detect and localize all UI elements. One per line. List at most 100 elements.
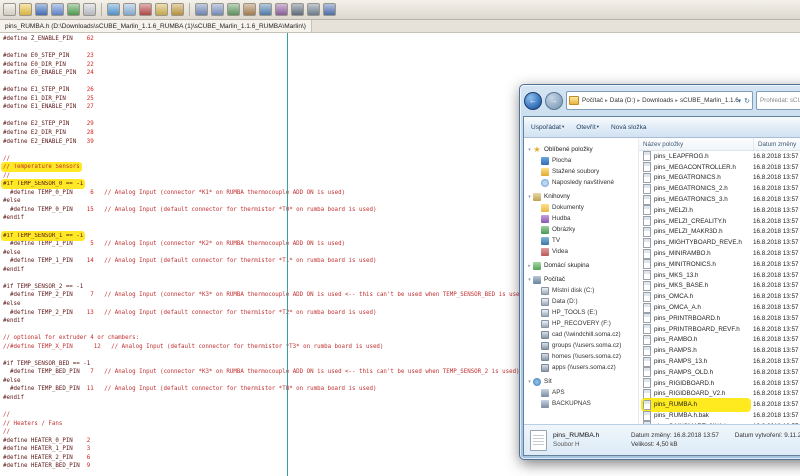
breadcrumb[interactable]: Počítač▸Data (D:)▸Downloads▸sCUBE_Marlin… [581, 97, 738, 104]
file-row[interactable]: pins_MKS_13.h16.8.2018 13:57 [639, 270, 800, 281]
file-row[interactable]: pins_MELZI_MAKR3D.h 16.8.2018 13:57 [639, 227, 800, 238]
breadcrumb-item[interactable]: Downloads [641, 97, 674, 104]
nav-item[interactable]: Data (D:) [526, 296, 638, 307]
expander-icon[interactable]: ▾ [526, 147, 533, 153]
organize-button[interactable]: Uspořádat ▾ [531, 124, 564, 131]
copy-icon[interactable] [155, 3, 168, 16]
file-row[interactable]: pins_MEGACONTROLLER.h16.8.2018 13:57 [639, 162, 800, 173]
nav-section[interactable]: ▾Počítač [526, 274, 638, 285]
nav-section[interactable]: ▾★Oblíbené položky [526, 144, 638, 155]
file-row[interactable]: pins_RAMPS.h16.8.2018 13:57 [639, 345, 800, 356]
expander-icon[interactable]: ▾ [526, 194, 533, 200]
nav-item[interactable]: TV [526, 235, 638, 246]
address-bar[interactable]: Počítač▸Data (D:)▸Downloads▸sCUBE_Marlin… [566, 91, 753, 110]
find-next-icon[interactable] [211, 3, 224, 16]
file-row[interactable]: pins_MELZI_CREALITY.h16.8.2018 13:57 [639, 216, 800, 227]
open-button[interactable]: Otevřít ▾ [576, 124, 599, 131]
drive-icon [541, 298, 549, 306]
file-row[interactable]: pins_PRINTRBOARD.h16.8.2018 13:57 [639, 313, 800, 324]
file-row[interactable]: pins_RUMBA.h.bak16.8.2018 13:57 [639, 410, 800, 421]
new-folder-button[interactable]: Nová složka [611, 124, 646, 131]
hex-editor-icon[interactable] [291, 3, 304, 16]
file-row[interactable]: pins_RIGIDBOARD_V2.h16.8.2018 13:57 [639, 389, 800, 400]
file-date: 16.8.2018 13:57 [749, 228, 800, 235]
nav-item[interactable]: Videa [526, 246, 638, 257]
file-row[interactable]: pins_MEGATRONICS.h16.8.2018 13:57 [639, 173, 800, 184]
expander-icon[interactable]: ▾ [526, 277, 533, 283]
file-date: 16.8.2018 13:57 [749, 250, 800, 257]
nav-section[interactable]: ▾Knihovny [526, 191, 638, 202]
column-header-name[interactable]: Název položky [639, 138, 754, 150]
ftp-icon[interactable] [259, 3, 272, 16]
cut-icon[interactable] [139, 3, 152, 16]
help-icon[interactable] [323, 3, 336, 16]
nav-item[interactable]: Obrázky [526, 224, 638, 235]
file-tab[interactable]: pins_RUMBA.h (D:\Downloads\sCUBE_Marlin_… [0, 20, 312, 32]
file-row[interactable]: pins_RUMBA.h16.8.2018 13:57 [639, 399, 800, 410]
file-row[interactable]: pins_RAMBO.h16.8.2018 13:57 [639, 335, 800, 346]
nav-item[interactable]: Naposledy navštívené [526, 177, 638, 188]
nav-item[interactable]: cad (\\windchill.soma.cz) [526, 329, 638, 340]
file-row[interactable]: pins_MKS_BASE.h16.8.2018 13:57 [639, 281, 800, 292]
nav-item[interactable]: BACKUPNAS [526, 398, 638, 409]
nav-item[interactable]: Dokumenty [526, 202, 638, 213]
save-all-icon[interactable] [51, 3, 64, 16]
file-name: pins_MEGATRONICS_2.h [654, 185, 728, 192]
code-text: #if TEMP_SENSOR_BED == -1 [3, 361, 90, 367]
nav-section[interactable]: ▸Domácí skupina [526, 260, 638, 271]
open-file-icon[interactable] [19, 3, 32, 16]
column-header-date[interactable]: Datum změny [754, 138, 800, 150]
replace-icon[interactable] [227, 3, 240, 16]
file-row[interactable]: pins_MIGHTYBOARD_REVE.h16.8.2018 13:57 [639, 237, 800, 248]
nav-item[interactable]: apps (\\users.soma.cz) [526, 362, 638, 373]
find-icon[interactable] [195, 3, 208, 16]
back-button[interactable]: ← [524, 92, 542, 110]
file-row[interactable]: pins_MEGATRONICS_3.h16.8.2018 13:57 [639, 194, 800, 205]
redo-icon[interactable] [123, 3, 136, 16]
search-input[interactable]: Prohledat: sCUBE_M [756, 91, 800, 110]
file-row[interactable]: pins_RIGIDBOARD.h16.8.2018 13:57 [639, 378, 800, 389]
file-name-wrap: pins_RAMPS.h [643, 346, 749, 356]
file-row[interactable]: pins_MEGATRONICS_2.h16.8.2018 13:57 [639, 183, 800, 194]
file-row[interactable]: pins_RAMPS_OLD.h16.8.2018 13:57 [639, 367, 800, 378]
expander-icon[interactable]: ▸ [526, 263, 533, 269]
file-row[interactable]: pins_RAMPS_13.h16.8.2018 13:57 [639, 356, 800, 367]
nav-item[interactable]: Místní disk (C:) [526, 285, 638, 296]
save-file-icon[interactable] [35, 3, 48, 16]
file-row[interactable]: pins_OMCA_A.h16.8.2018 13:57 [639, 302, 800, 313]
file-row[interactable]: pins_PRINTRBOARD_REVF.h16.8.2018 13:57 [639, 324, 800, 335]
undo-icon[interactable] [107, 3, 120, 16]
code-text: #define TEMP_0_PIN 6 [3, 190, 94, 196]
code-explorer-icon[interactable] [275, 3, 288, 16]
code-text: #define TEMP_1_PIN 14 [3, 258, 94, 264]
breadcrumb-item[interactable]: Počítač [581, 97, 604, 104]
refresh-icon[interactable]: ↻ [744, 97, 750, 105]
file-row[interactable]: pins_MINIRAMBO.h16.8.2018 13:57 [639, 248, 800, 259]
file-name: pins_MELZI_MAKR3D.h [654, 228, 723, 235]
nav-item[interactable]: Plocha [526, 155, 638, 166]
file-row[interactable]: pins_LEAPFROG.h16.8.2018 13:57 [639, 151, 800, 162]
file-row[interactable]: pins_MELZI.h16.8.2018 13:57 [639, 205, 800, 216]
address-dropdown-icon[interactable]: ▾ [738, 97, 742, 105]
code-line: #define E0_ENABLE_PIN 24 [3, 69, 800, 78]
nav-item[interactable]: homes (\\users.soma.cz) [526, 351, 638, 362]
paste-icon[interactable] [171, 3, 184, 16]
breadcrumb-item[interactable]: sCUBE_Marlin_1.1.6_RUMBA (1) [679, 97, 738, 104]
nav-item[interactable]: groups (\\users.soma.cz) [526, 340, 638, 351]
nav-item[interactable]: HP_TOOLS (E:) [526, 307, 638, 318]
file-row[interactable]: pins_OMCA.h16.8.2018 13:57 [639, 291, 800, 302]
nav-item[interactable]: Stažené soubory [526, 166, 638, 177]
forward-button[interactable]: → [545, 92, 563, 110]
new-file-icon[interactable] [3, 3, 16, 16]
nav-item[interactable]: HP_RECOVERY (F:) [526, 318, 638, 329]
nav-item[interactable]: Hudba [526, 213, 638, 224]
settings-icon[interactable] [307, 3, 320, 16]
expander-icon[interactable]: ▾ [526, 379, 533, 385]
print-icon[interactable] [83, 3, 96, 16]
nav-section[interactable]: ▾Síť [526, 376, 638, 387]
project-icon[interactable] [243, 3, 256, 16]
breadcrumb-item[interactable]: Data (D:) [609, 97, 637, 104]
reopen-icon[interactable] [67, 3, 80, 16]
nav-item[interactable]: APS [526, 387, 638, 398]
file-row[interactable]: pins_MINITRONICS.h16.8.2018 13:57 [639, 259, 800, 270]
